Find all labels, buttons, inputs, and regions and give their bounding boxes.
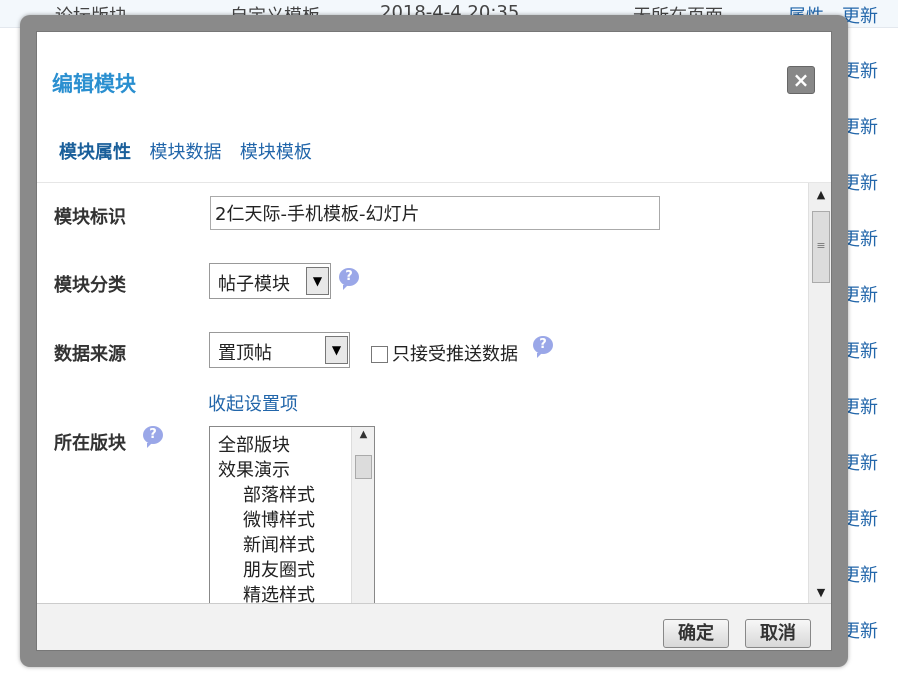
module-category-label: 模块分类	[54, 275, 126, 296]
list-item[interactable]: 微博样式	[218, 508, 315, 533]
edit-module-dialog: 编辑模块 × 模块属性 模块数据 模块模板 模块标识 模块分类 帖子模块 ▼ ?…	[36, 31, 832, 651]
push-only-checkbox[interactable]	[371, 346, 388, 363]
scroll-up-icon[interactable]: ▲	[809, 188, 831, 201]
forum-options: 全部版块 效果演示 部落样式 微博样式 新闻样式 朋友圈式 精选样式	[218, 433, 315, 603]
scroll-up-icon[interactable]: ▲	[352, 429, 374, 440]
module-category-select[interactable]: 帖子模块 ▼	[209, 263, 331, 299]
list-item[interactable]: 全部版块	[218, 433, 315, 458]
list-item[interactable]: 新闻样式	[218, 533, 315, 558]
forum-label: 所在版块	[54, 433, 126, 454]
dialog-frame: 编辑模块 × 模块属性 模块数据 模块模板 模块标识 模块分类 帖子模块 ▼ ?…	[20, 15, 848, 667]
data-source-label: 数据来源	[54, 344, 126, 365]
help-bubble-icon[interactable]: ?	[339, 268, 359, 290]
dialog-tabs: 模块属性 模块数据 模块模板	[59, 138, 326, 164]
module-id-label: 模块标识	[54, 207, 126, 228]
dialog-footer: 确定 取消	[37, 603, 831, 650]
list-item[interactable]: 精选样式	[218, 583, 315, 603]
list-item[interactable]: 部落样式	[218, 483, 315, 508]
content-scrollbar[interactable]: ▲ ≡ ▼	[808, 183, 831, 603]
chevron-down-icon: ▼	[325, 336, 348, 364]
help-bubble-icon[interactable]: ?	[143, 426, 163, 448]
tab-module-data[interactable]: 模块数据	[149, 138, 221, 164]
help-bubble-icon[interactable]: ?	[533, 336, 553, 358]
data-source-select[interactable]: 置顶帖 ▼	[209, 332, 350, 368]
forum-list-box[interactable]: 全部版块 效果演示 部落样式 微博样式 新闻样式 朋友圈式 精选样式 ▲	[209, 426, 375, 603]
cancel-button[interactable]: 取消	[745, 619, 811, 648]
module-category-value: 帖子模块	[218, 274, 290, 295]
module-id-input[interactable]	[210, 196, 660, 230]
list-item[interactable]: 朋友圈式	[218, 558, 315, 583]
data-source-value: 置顶帖	[218, 343, 272, 364]
chevron-down-icon: ▼	[306, 267, 329, 295]
close-icon[interactable]: ×	[787, 66, 815, 94]
dialog-title: 编辑模块	[52, 72, 136, 96]
collapse-settings-link[interactable]: 收起设置项	[208, 390, 298, 416]
tab-module-template[interactable]: 模块模板	[240, 138, 312, 164]
scroll-thumb[interactable]: ≡	[812, 211, 830, 283]
push-only-label[interactable]: 只接受推送数据	[392, 340, 518, 366]
scroll-down-icon[interactable]: ▼	[809, 586, 831, 599]
forum-list-scrollbar[interactable]: ▲	[351, 427, 374, 603]
scroll-thumb[interactable]	[355, 455, 372, 479]
tab-module-attributes[interactable]: 模块属性	[59, 138, 131, 164]
dialog-content: 模块标识 模块分类 帖子模块 ▼ ? 数据来源 置顶帖 ▼ 只接受推送数据 ? …	[37, 182, 831, 603]
confirm-button[interactable]: 确定	[663, 619, 729, 648]
list-item[interactable]: 效果演示	[218, 458, 315, 483]
